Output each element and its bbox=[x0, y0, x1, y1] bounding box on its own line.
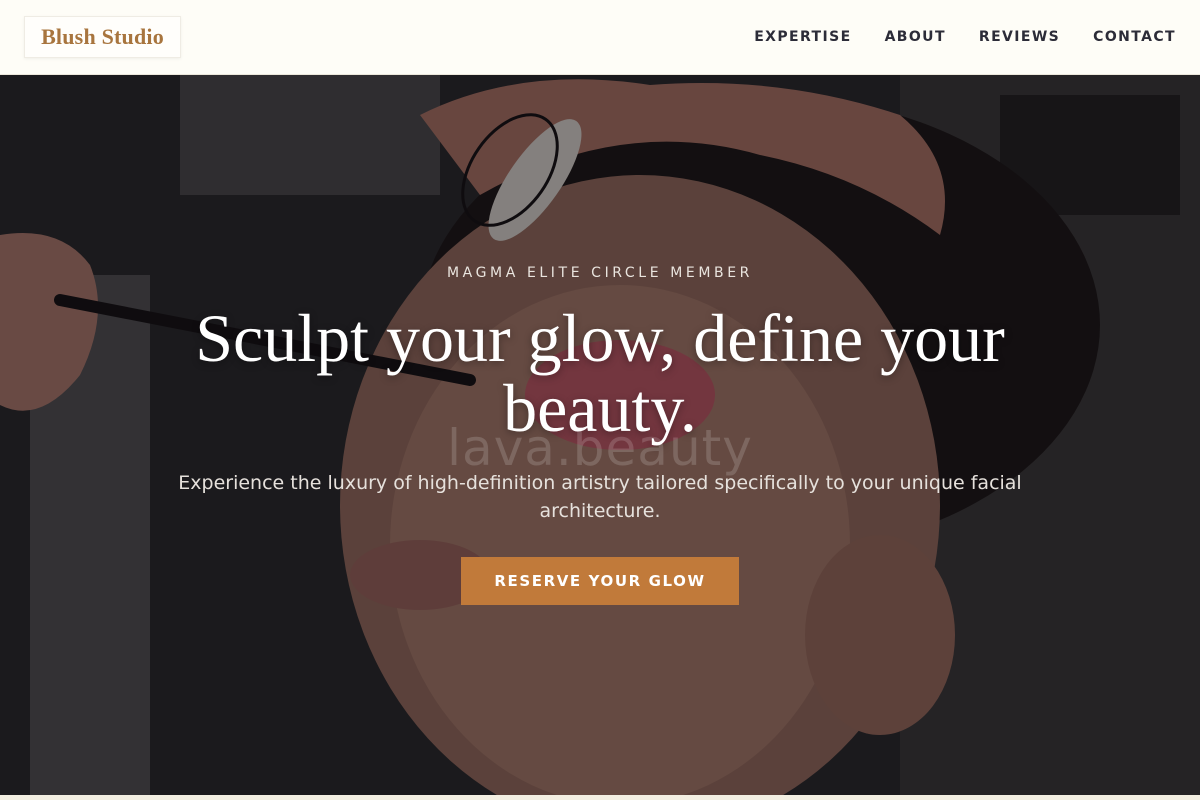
main-nav: EXPERTISE ABOUT REVIEWS CONTACT bbox=[754, 25, 1176, 49]
hero-section: MAGMA ELITE CIRCLE MEMBER Sculpt your gl… bbox=[0, 75, 1200, 795]
nav-link-about[interactable]: ABOUT bbox=[885, 29, 946, 45]
nav-link-contact[interactable]: CONTACT bbox=[1093, 29, 1176, 45]
reserve-button[interactable]: RESERVE YOUR GLOW bbox=[461, 557, 739, 605]
hero-subtext: Experience the luxury of high-definition… bbox=[178, 472, 1022, 522]
next-section-edge bbox=[0, 795, 1200, 800]
nav-link-reviews[interactable]: REVIEWS bbox=[979, 29, 1060, 45]
site-header: Blush Studio EXPERTISE ABOUT REVIEWS CON… bbox=[0, 0, 1200, 75]
hero-kicker: MAGMA ELITE CIRCLE MEMBER bbox=[447, 265, 753, 281]
nav-link-expertise[interactable]: EXPERTISE bbox=[754, 29, 851, 45]
hero-content: MAGMA ELITE CIRCLE MEMBER Sculpt your gl… bbox=[0, 75, 1200, 795]
logo[interactable]: Blush Studio bbox=[24, 16, 181, 58]
